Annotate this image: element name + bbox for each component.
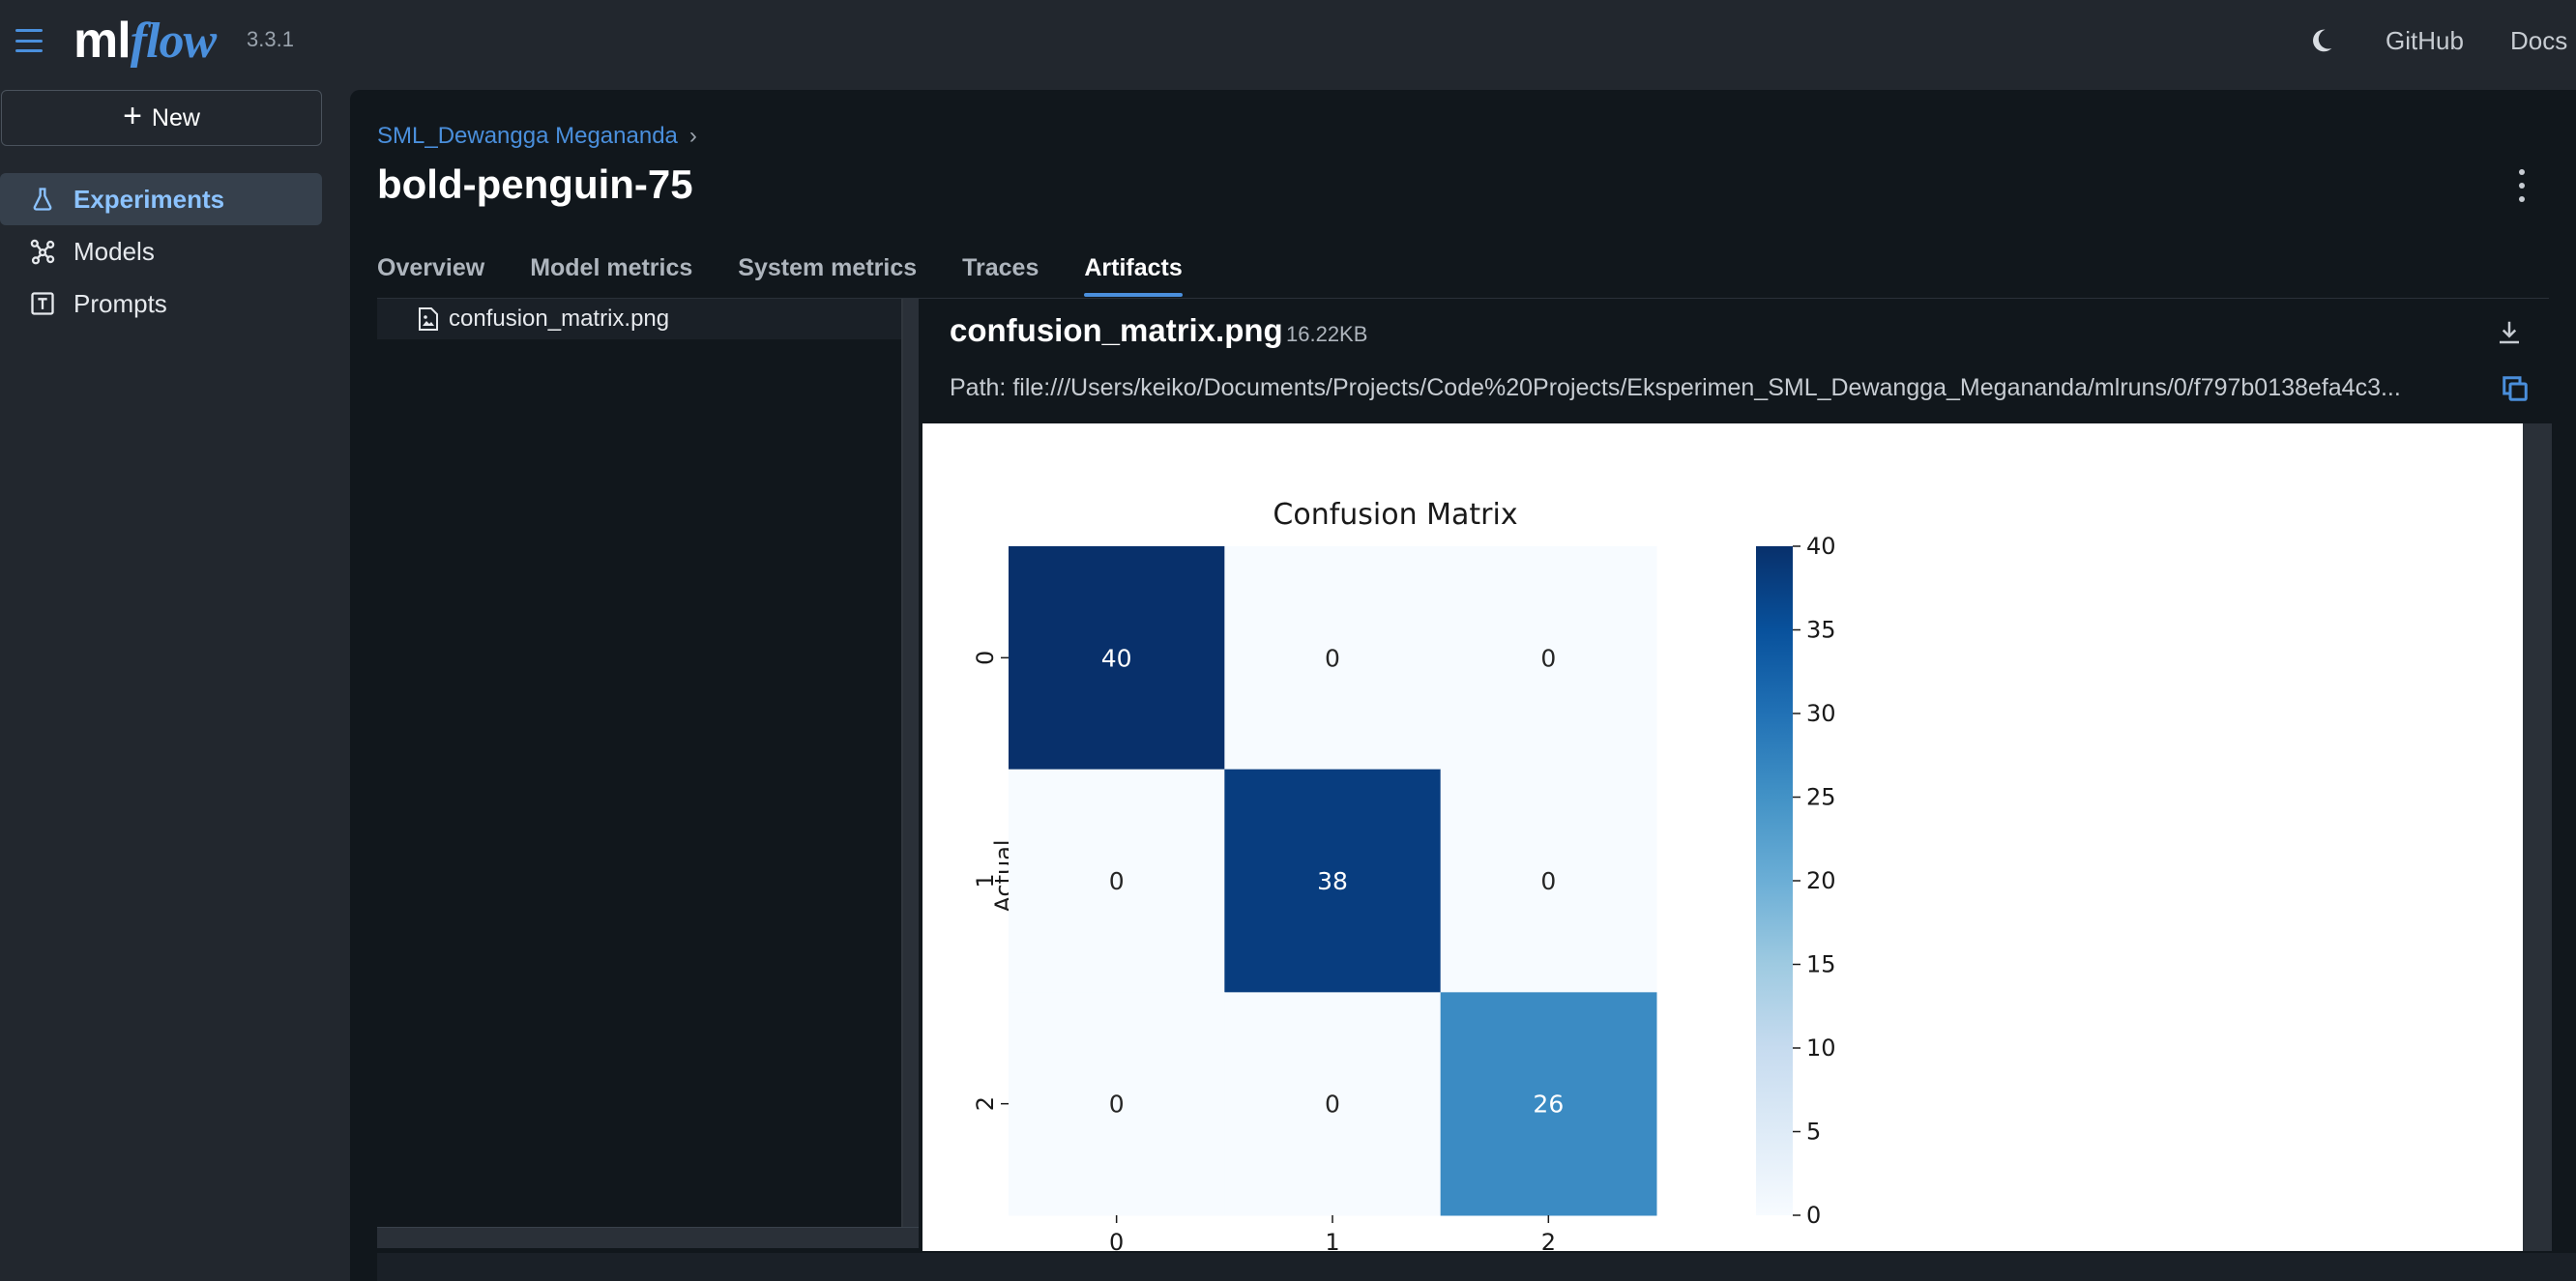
sidebar-item-label: Models	[73, 236, 155, 266]
y-tick-label: 0	[972, 651, 999, 665]
x-tick-label: 1	[1325, 1229, 1339, 1251]
colorbar-ticks: 0 5 10 15 20 25 30 35 40	[1793, 533, 1836, 1229]
y-tick-label: 1	[972, 873, 999, 888]
sidebar-item-models[interactable]: Models	[0, 225, 322, 277]
tab-overview[interactable]: Overview	[377, 254, 484, 293]
x-tick-label: 2	[1541, 1229, 1556, 1251]
colorbar-tick-label: 20	[1806, 867, 1836, 894]
colorbar-tick-label: 10	[1806, 1034, 1836, 1062]
preview-file-size: 16.22KB	[1286, 322, 1368, 346]
moon-icon[interactable]	[2305, 25, 2336, 56]
preview-footer	[377, 1253, 2576, 1281]
cell-value-label: 38	[1317, 867, 1348, 895]
chevron-right-icon: ›	[688, 123, 697, 149]
tree-vertical-scrollbar[interactable]	[903, 299, 919, 1248]
cell-value-label: 0	[1109, 867, 1125, 895]
artifact-tree: confusion_matrix.png	[377, 299, 903, 1227]
sidebar-item-experiments[interactable]: Experiments	[0, 173, 322, 225]
cell-value-label: 0	[1325, 644, 1340, 672]
cell-value-label: 0	[1109, 1091, 1125, 1119]
tab-bar: Overview Model metrics System metrics Tr…	[377, 254, 1184, 297]
tab-system-metrics[interactable]: System metrics	[738, 254, 917, 293]
prompt-icon	[31, 292, 54, 315]
tree-horizontal-scrollbar[interactable]	[377, 1227, 919, 1248]
logo-flow-text: flow	[130, 14, 217, 69]
preview-file-name: confusion_matrix.png	[950, 312, 1283, 348]
more-options-icon[interactable]	[2512, 169, 2532, 202]
colorbar-tick-label: 30	[1806, 700, 1836, 727]
y-tick-label: 2	[972, 1096, 999, 1111]
artifact-path: Path: file:///Users/keiko/Documents/Proj…	[950, 374, 2401, 401]
colorbar-tick-label: 40	[1806, 533, 1836, 560]
sidebar-item-label: Experiments	[73, 184, 225, 214]
chart-title: Confusion Matrix	[1273, 498, 1517, 532]
top-bar: ml flow 3.3.1 GitHub Docs	[0, 0, 2576, 83]
tab-artifacts[interactable]: Artifacts	[1084, 254, 1184, 297]
github-link[interactable]: GitHub	[2386, 26, 2464, 56]
sidebar-item-prompts[interactable]: Prompts	[0, 277, 322, 330]
cell-value-label: 40	[1101, 644, 1132, 672]
cell-value-label: 0	[1540, 867, 1556, 895]
page-title: bold-penguin-75	[377, 161, 693, 207]
heatmap-cells: 40 0 0 0 38 0 0 0 26	[1009, 546, 1657, 1216]
colorbar-tick-label: 0	[1806, 1202, 1821, 1229]
colorbar-tick-label: 5	[1806, 1119, 1821, 1146]
mlflow-logo[interactable]: ml flow	[73, 12, 217, 70]
sidebar-item-label: Prompts	[73, 288, 167, 318]
models-icon	[30, 239, 55, 265]
copy-icon[interactable]	[2501, 374, 2530, 403]
colorbar-tick-label: 25	[1806, 784, 1836, 811]
main-panel: SML_Dewangga Megananda › bold-penguin-75…	[350, 90, 2576, 1281]
colorbar	[1756, 546, 1793, 1215]
docs-link[interactable]: Docs	[2510, 26, 2567, 56]
image-file-icon	[419, 307, 438, 331]
sidebar: + New Experiments Models Prompts	[0, 83, 335, 1281]
hamburger-icon[interactable]	[15, 29, 43, 52]
beaker-icon	[33, 188, 52, 211]
tree-item-confusion-matrix[interactable]: confusion_matrix.png	[377, 299, 901, 339]
logo-ml-text: ml	[73, 13, 132, 69]
confusion-matrix-chart: Confusion Matrix Actual 40 0 00 38 00 0 26 012…	[972, 498, 1836, 1251]
download-icon[interactable]	[2495, 318, 2524, 347]
tab-model-metrics[interactable]: Model metrics	[530, 254, 692, 293]
cell-value-label: 0	[1540, 644, 1556, 672]
x-tick-label: 0	[1109, 1229, 1124, 1251]
colorbar-tick-label: 35	[1806, 617, 1836, 644]
artifact-image-preview: Confusion Matrix Actual 40 0 0 0 38 0 0 0 26 012…	[922, 423, 2524, 1251]
breadcrumb-experiment-link[interactable]: SML_Dewangga Megananda	[377, 123, 678, 150]
version-label: 3.3.1	[247, 27, 294, 51]
new-button-label: New	[151, 103, 200, 131]
cell-value-label: 0	[1325, 1091, 1340, 1119]
colorbar-tick-label: 15	[1806, 951, 1836, 978]
breadcrumb: SML_Dewangga Megananda ›	[377, 123, 697, 150]
preview-vertical-scrollbar[interactable]	[2523, 423, 2552, 1251]
cell-value-label: 26	[1533, 1091, 1564, 1119]
tab-traces[interactable]: Traces	[962, 254, 1039, 293]
plus-icon: +	[123, 98, 142, 134]
new-button[interactable]: + New	[1, 90, 322, 146]
tree-item-label: confusion_matrix.png	[449, 306, 670, 332]
